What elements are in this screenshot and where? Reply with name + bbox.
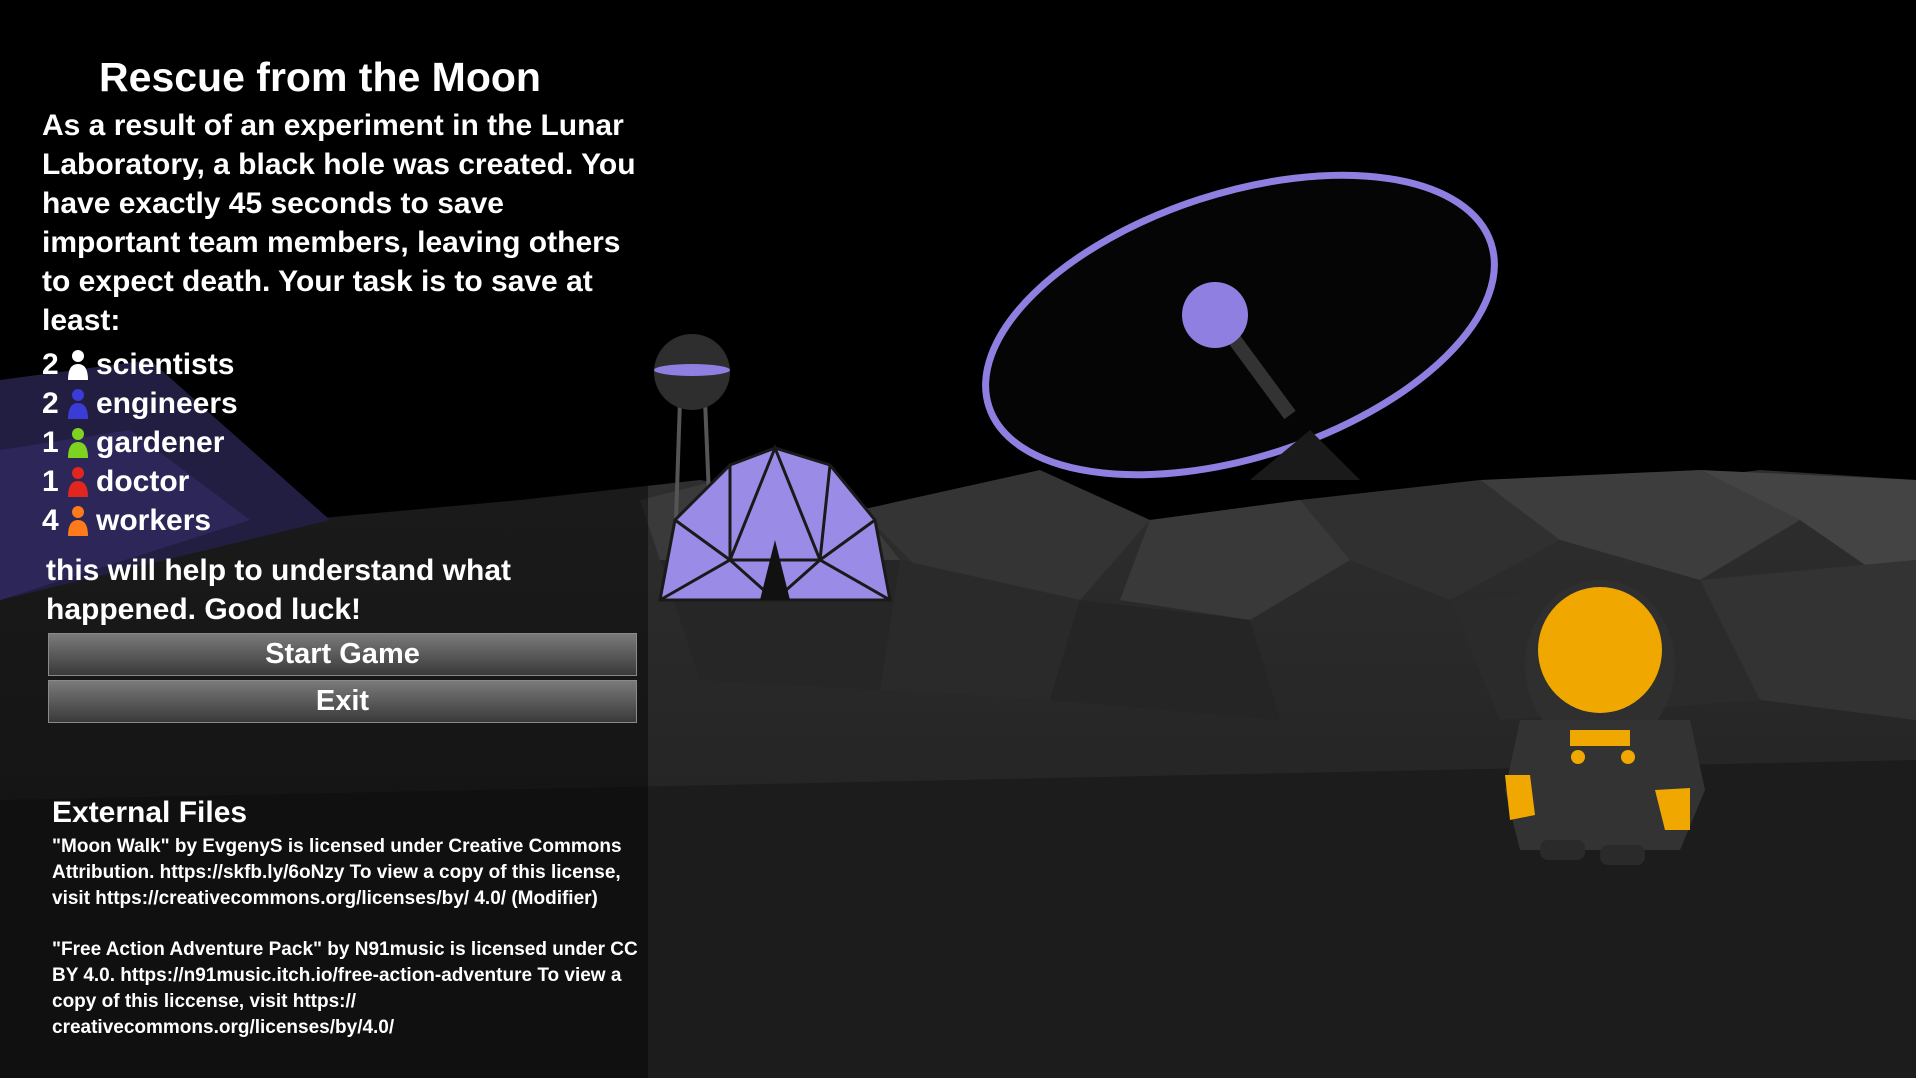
- role-label: engineers: [96, 386, 238, 420]
- credit-text: "Free Action Adventure Pack" by N91music…: [52, 939, 638, 1038]
- outro-text: this will help to understand what happen…: [46, 554, 512, 626]
- role-label: doctor: [96, 464, 190, 498]
- role-row-doctor: 1 doctor: [42, 462, 238, 501]
- role-row-engineers: 2 engineers: [42, 384, 238, 423]
- role-row-scientists: 2 scientists: [42, 345, 238, 384]
- role-label: workers: [96, 503, 212, 537]
- external-files-heading: External Files: [52, 796, 248, 829]
- person-icon: [68, 427, 88, 458]
- main-menu-panel: Rescue from the Moon As a result of an e…: [0, 0, 648, 1078]
- credit-text: "Moon Walk" by EvgenyS is licensed under…: [52, 836, 622, 909]
- role-row-gardener: 1 gardener: [42, 423, 238, 462]
- exit-button[interactable]: Exit: [48, 680, 637, 723]
- role-count: 4: [42, 503, 59, 537]
- person-icon: [68, 505, 88, 536]
- role-count: 1: [42, 425, 59, 459]
- person-icon: [68, 349, 88, 380]
- role-label: gardener: [96, 425, 225, 459]
- person-icon: [68, 388, 88, 419]
- rescue-roles-list: 2 scientists 2 engineers 1 gardener 1 do…: [42, 345, 238, 540]
- game-title: Rescue from the Moon: [99, 54, 541, 100]
- role-row-workers: 4 workers: [42, 501, 238, 540]
- person-icon: [68, 466, 88, 497]
- role-label: scientists: [96, 347, 235, 381]
- start-game-button[interactable]: Start Game: [48, 633, 637, 676]
- role-count: 2: [42, 386, 59, 420]
- role-count: 1: [42, 464, 59, 498]
- intro-text: As a result of an experiment in the Luna…: [42, 109, 636, 337]
- role-count: 2: [42, 347, 59, 381]
